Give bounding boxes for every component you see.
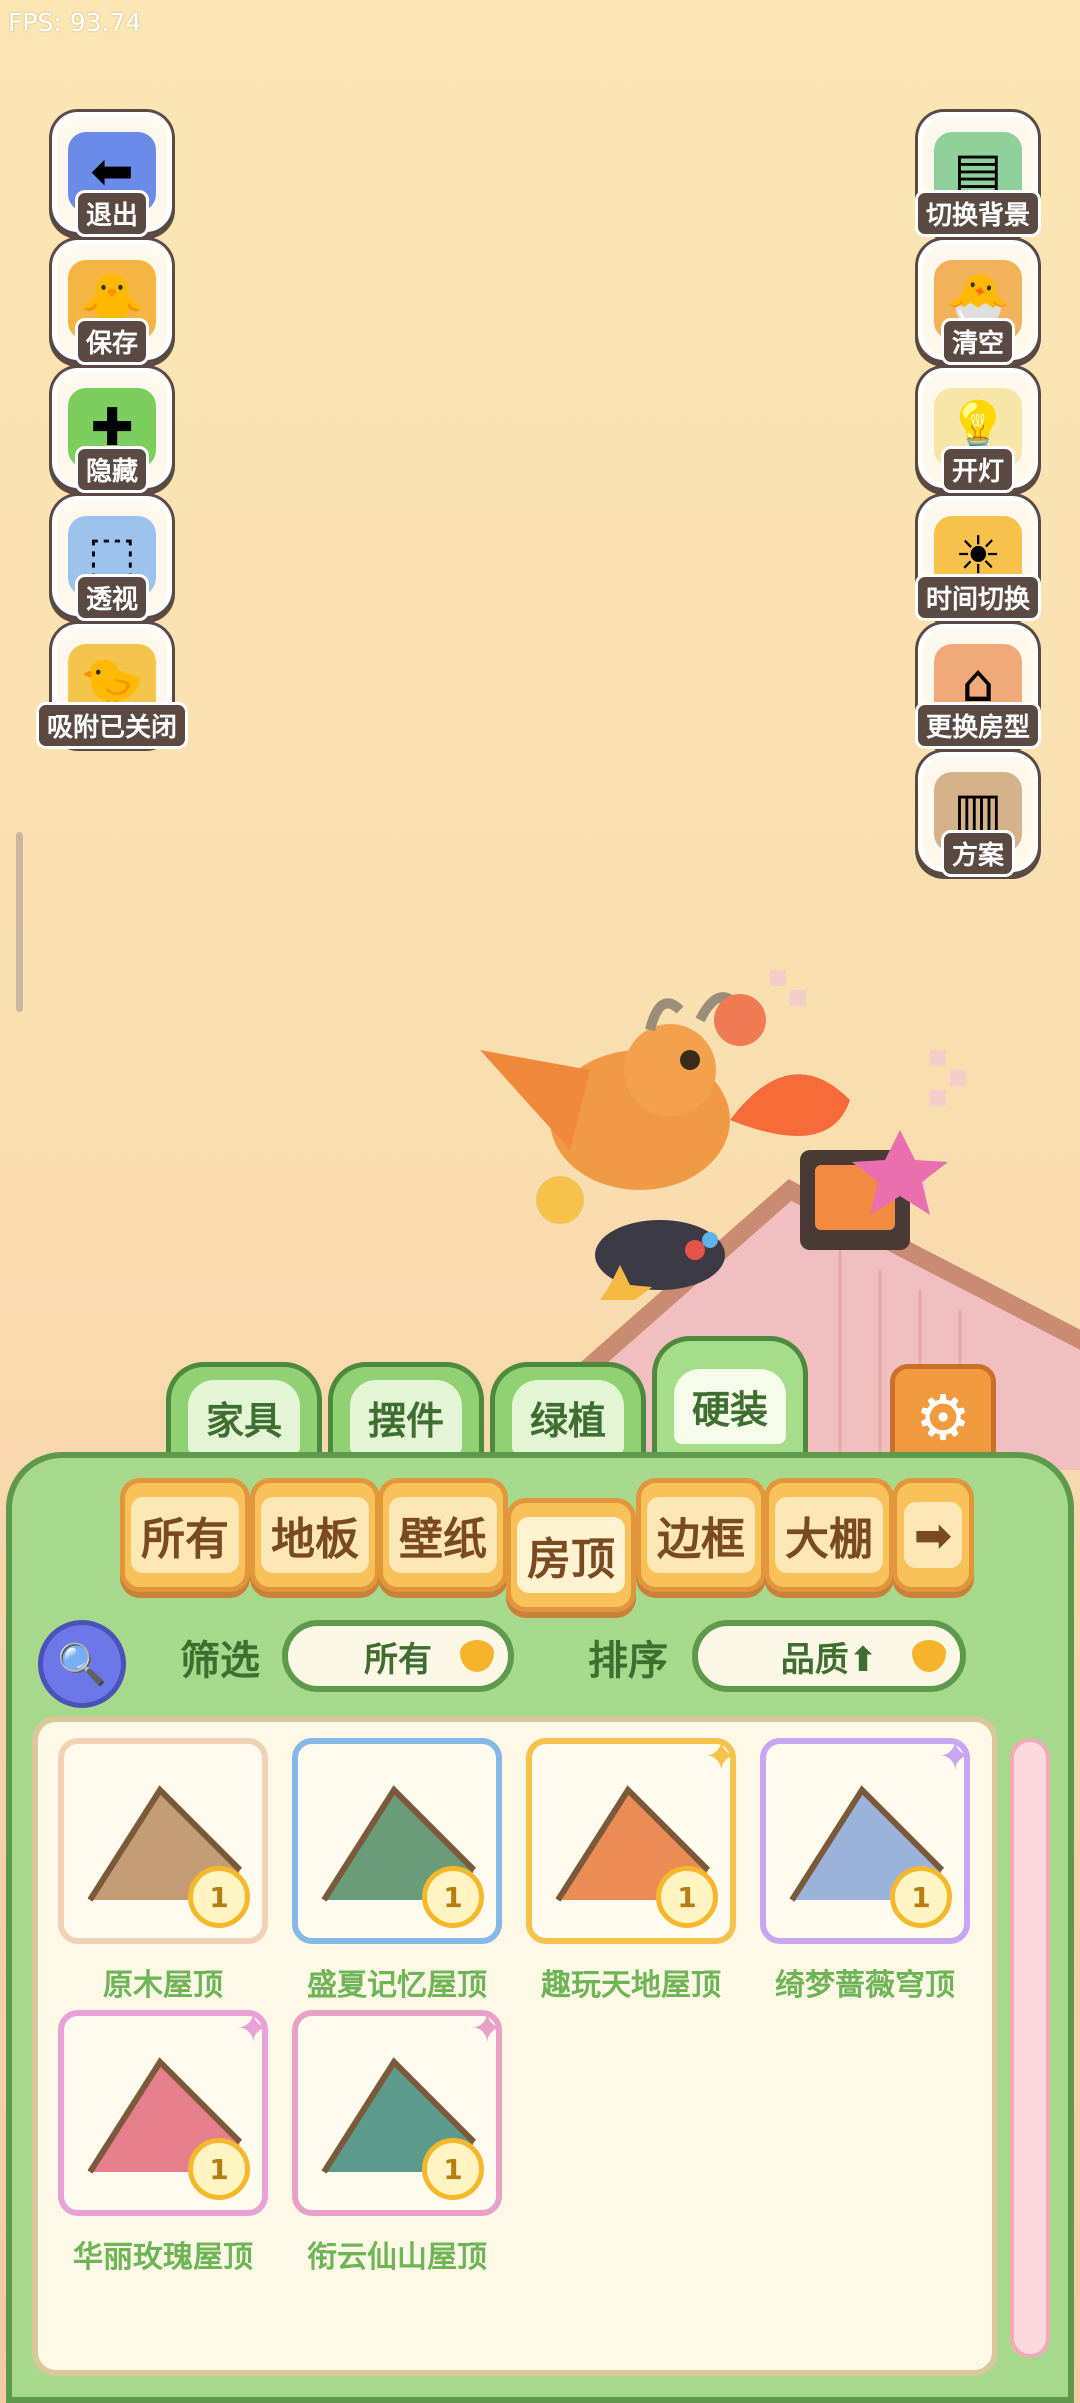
item-name: 盛夏记忆屋顶 [307,1968,487,2003]
roof-item[interactable]: 1 ✦ [58,2006,270,2216]
tab-hard-decor[interactable]: 硬装 [652,1336,808,1471]
tab-furniture-label: 家具 [187,1379,300,1455]
count-value: 1 [677,1880,697,1914]
filter-label: 筛选 [180,1638,260,1684]
roof-item[interactable]: 1 [58,1738,268,1944]
category-border-label: 边框 [647,1497,755,1573]
sparkle-icon: ✦ [236,2006,270,2052]
category-roof[interactable]: 房顶 [506,1498,636,1612]
left-button-label: 吸附已关闭 [35,702,189,749]
category-greenhouse[interactable]: 大棚 [764,1478,894,1592]
left-button-label: 退出 [74,190,150,237]
right-button-1[interactable]: 🐣 清空 [918,240,1038,365]
left-button-2[interactable]: ✚ 隐藏 [52,368,172,493]
category-wallpaper[interactable]: 壁纸 [378,1478,508,1592]
right-button-label: 更换房型 [914,702,1042,749]
right-button-2[interactable]: 💡 开灯 [918,368,1038,493]
count-value: 1 [209,2152,229,2186]
count-badge: 1 [188,2138,250,2200]
sparkle-icon: ✦ [704,1734,738,1780]
grid-scrollbar[interactable] [1010,1738,1050,2358]
tab-hard-decor-label: 硬装 [673,1368,786,1444]
fps-counter: FPS: 93.74 [8,8,142,37]
gear-icon: ⚙ [915,1380,971,1454]
left-button-3[interactable]: ⬚ 透视 [52,496,172,621]
right-button-label: 清空 [940,318,1016,365]
count-value: 1 [443,1880,463,1914]
item-name: 衔云仙山屋顶 [307,2240,487,2275]
right-button-label: 时间切换 [914,574,1042,621]
right-button-5[interactable]: ▥ 方案 [918,752,1038,877]
sort-value: 品质⬆ [780,1639,878,1680]
scroll-indicator [16,832,23,1012]
left-button-label: 透视 [74,574,150,621]
sparkle-icon: ✦ [470,2006,504,2052]
count-badge: 1 [188,1866,250,1928]
count-badge: 1 [890,1866,952,1928]
right-button-0[interactable]: ▤ 切换背景 [914,112,1042,237]
roof-item[interactable]: 1 ✦ [292,2006,504,2216]
right-button-label: 开灯 [940,446,1016,493]
category-wallpaper-label: 壁纸 [389,1497,497,1573]
search-button[interactable]: 🔍 [38,1620,126,1708]
item-name: 原木屋顶 [103,1968,223,2003]
roof-item[interactable]: 1 ✦ [526,1734,738,1944]
right-button-label: 切换背景 [914,190,1042,237]
right-button-label: 方案 [940,830,1016,877]
chevron-down-icon [460,1640,494,1672]
sort-label: 排序 [588,1638,668,1684]
left-button-0[interactable]: ⬅ 退出 [52,112,172,237]
count-value: 1 [209,1880,229,1914]
count-badge: 1 [656,1866,718,1928]
chevron-down-icon [912,1640,946,1672]
tab-plants-label: 绿植 [511,1379,624,1455]
filter-dropdown[interactable]: 所有 [282,1620,514,1692]
search-icon: 🔍 [57,1641,107,1688]
count-badge: 1 [422,1866,484,1928]
sort-dropdown[interactable]: 品质⬆ [692,1620,966,1692]
category-floor[interactable]: 地板 [250,1478,380,1592]
category-all-label: 所有 [131,1497,239,1573]
left-button-4[interactable]: 🐤 吸附已关闭 [35,624,189,749]
roof-item[interactable]: 1 ✦ [760,1734,972,1944]
category-next-button[interactable]: ➡ [892,1478,974,1592]
left-button-1[interactable]: 🐥 保存 [52,240,172,365]
left-button-label: 隐藏 [74,446,150,493]
count-badge: 1 [422,2138,484,2200]
category-border[interactable]: 边框 [636,1478,766,1592]
filter-value: 所有 [364,1639,432,1680]
roof-item[interactable]: 1 [292,1738,502,1944]
right-button-4[interactable]: ⌂ 更换房型 [914,624,1042,749]
category-greenhouse-label: 大棚 [775,1497,883,1573]
count-value: 1 [911,1880,931,1914]
category-all[interactable]: 所有 [120,1478,250,1592]
sparkle-icon: ✦ [938,1734,972,1780]
item-name: 趣玩天地屋顶 [541,1968,721,2003]
dragon-gamer-decor [480,970,966,1300]
item-name: 绮梦蔷薇穹顶 [775,1968,955,2003]
right-button-3[interactable]: ☀ 时间切换 [914,496,1042,621]
count-value: 1 [443,2152,463,2186]
arrow-right-icon: ➡ [903,1502,963,1568]
category-roof-label: 房顶 [517,1517,625,1593]
tab-ornaments-label: 摆件 [349,1379,462,1455]
category-floor-label: 地板 [261,1497,369,1573]
left-button-label: 保存 [74,318,150,365]
item-name: 华丽玫瑰屋顶 [73,2240,253,2275]
